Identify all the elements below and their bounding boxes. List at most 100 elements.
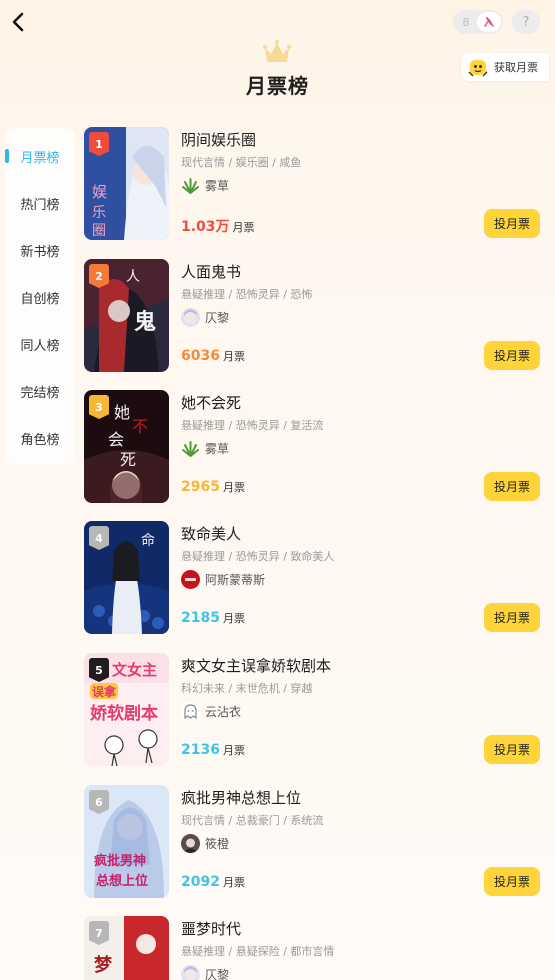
svg-text:文女主: 文女主 [112,661,157,679]
author[interactable]: 阿斯蒙蒂斯 [181,569,265,589]
book-cover[interactable]: 疯批男神 总想上位 6 [84,785,169,898]
svg-text:死: 死 [120,450,136,469]
vote-button[interactable]: 投月票 [484,603,540,632]
author-avatar [181,701,200,721]
vote-count: 2185 月票 [181,610,245,626]
rank-badge: 7 [89,921,109,945]
book-title[interactable]: 人面鬼书 [181,261,241,282]
author[interactable]: 仄黎 [181,964,229,980]
book-title[interactable]: 致命美人 [181,523,241,544]
vote-number: 1.03万 [181,219,230,235]
svg-text:命: 命 [141,532,155,549]
vote-button[interactable]: 投月票 [484,735,540,764]
book-row[interactable]: 疯批男神 总想上位 6 疯批男神总想上位 现代言情 / 总裁豪门 / 系统流 筱… [84,785,550,901]
svg-text:娇软剧本: 娇软剧本 [90,703,158,724]
svg-text:乐: 乐 [92,205,106,221]
vote-unit: 月票 [222,876,245,889]
book-cover[interactable]: 命 4 [84,521,169,634]
vote-button[interactable]: 投月票 [484,867,540,896]
author-avatar [181,964,200,980]
author-avatar [181,307,200,327]
svg-text:疯批男神: 疯批男神 [94,853,146,869]
author[interactable]: 云沾衣 [181,701,241,721]
book-title[interactable]: 疯批男神总想上位 [181,787,301,808]
svg-text:娱: 娱 [92,183,107,201]
vote-button[interactable]: 投月票 [484,341,540,370]
book-row[interactable]: 梦 7 噩梦时代 悬疑推理 / 悬疑探险 / 都市言情 仄黎 [84,916,550,980]
author-avatar [181,438,200,458]
book-tags: 悬疑推理 / 悬疑探险 / 都市言情 [181,945,335,958]
rank-badge: 4 [89,526,109,550]
book-title[interactable]: 她不会死 [181,392,241,413]
vote-number: 2092 [181,874,220,890]
vote-unit: 月票 [222,612,245,625]
book-tags: 悬疑推理 / 恐怖灵异 / 恐怖 [181,288,313,301]
author-avatar [181,569,200,589]
author-avatar [181,175,200,195]
portrait-avatar-icon [181,833,200,853]
book-title[interactable]: 爽文女主误拿娇软剧本 [181,655,331,676]
svg-text:她: 她 [114,403,130,422]
book-row[interactable]: 娱 乐 圈 1 阴间娱乐圈 现代言情 / 娱乐圈 / 咸鱼 雾草 1.03万 月… [84,127,550,243]
book-title[interactable]: 噩梦时代 [181,918,241,939]
book-cover[interactable]: 鬼 人 2 [84,259,169,372]
book-title[interactable]: 阴间娱乐圈 [181,129,256,150]
vote-count: 2965 月票 [181,479,245,495]
book-cover[interactable]: 文女主 误拿 娇软剧本 5 [84,653,169,766]
anime-avatar-icon [181,964,200,980]
svg-text:鬼: 鬼 [134,309,156,335]
vote-unit: 月票 [222,350,245,363]
rank-badge: 6 [89,790,109,814]
book-tags: 悬疑推理 / 恐怖灵异 / 复活流 [181,419,324,432]
svg-text:圈: 圈 [92,223,106,239]
vote-unit: 月票 [222,744,245,757]
book-row[interactable]: 命 4 致命美人 悬疑推理 / 恐怖灵异 / 致命美人 阿斯蒙蒂斯 2185 月… [84,521,550,637]
author[interactable]: 仄黎 [181,307,229,327]
ghost-avatar-icon [181,701,200,721]
svg-text:人: 人 [126,269,140,285]
author-name: 筱橙 [205,836,230,851]
book-row[interactable]: 她 不 会 死 3 她不会死 悬疑推理 / 恐怖灵异 / 复活流 雾草 2965… [84,390,550,506]
anime-avatar-icon [181,307,200,327]
vote-count: 1.03万 月票 [181,216,255,236]
book-tags: 悬疑推理 / 恐怖灵异 / 致命美人 [181,550,335,563]
author-name: 仄黎 [205,967,230,980]
svg-text:梦: 梦 [94,954,113,976]
rank-badge: 2 [89,264,109,288]
book-cover[interactable]: 她 不 会 死 3 [84,390,169,503]
rank-badge: 5 [89,658,109,682]
red-seal-avatar-icon [181,569,200,589]
author[interactable]: 筱橙 [181,833,229,853]
author[interactable]: 雾草 [181,175,229,195]
svg-text:会: 会 [108,430,124,449]
ranking-list: 娱 乐 圈 1 阴间娱乐圈 现代言情 / 娱乐圈 / 咸鱼 雾草 1.03万 月… [0,0,555,980]
plant-avatar-icon [181,175,200,195]
vote-number: 6036 [181,348,220,364]
vote-unit: 月票 [222,481,245,494]
book-tags: 科幻未来 / 末世危机 / 穿越 [181,682,313,695]
author-avatar [181,833,200,853]
svg-text:误拿: 误拿 [92,684,117,699]
book-cover[interactable]: 娱 乐 圈 1 [84,127,169,240]
author-name: 雾草 [205,178,230,193]
vote-unit: 月票 [232,221,255,234]
author-name: 阿斯蒙蒂斯 [205,572,266,587]
plant-avatar-icon [181,438,200,458]
vote-number: 2965 [181,479,220,495]
vote-number: 2136 [181,742,220,758]
vote-count: 2136 月票 [181,742,245,758]
book-cover[interactable]: 梦 7 [84,916,169,980]
book-row[interactable]: 文女主 误拿 娇软剧本 5 爽文女主误拿娇软剧本 科幻未来 / 末世危机 / 穿… [84,653,550,769]
author-name: 雾草 [205,441,230,456]
vote-button[interactable]: 投月票 [484,472,540,501]
svg-text:不: 不 [132,417,148,436]
svg-text:总想上位: 总想上位 [96,873,148,889]
vote-button[interactable]: 投月票 [484,209,540,238]
author-name: 仄黎 [205,310,230,325]
book-tags: 现代言情 / 总裁豪门 / 系统流 [181,814,324,827]
rank-badge: 1 [89,132,109,156]
vote-count: 6036 月票 [181,348,245,364]
book-row[interactable]: 鬼 人 2 人面鬼书 悬疑推理 / 恐怖灵异 / 恐怖 仄黎 6036 月票 投… [84,259,550,375]
vote-count: 2092 月票 [181,874,245,890]
author[interactable]: 雾草 [181,438,229,458]
